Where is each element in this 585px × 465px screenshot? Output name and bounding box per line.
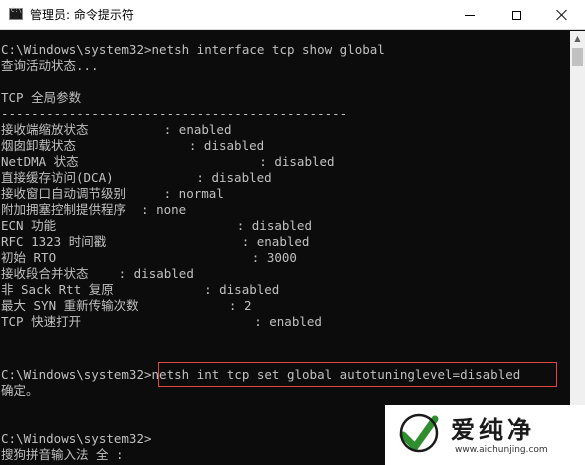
vertical-scrollbar[interactable]: ▲ [570, 31, 585, 465]
console-line: TCP 全局参数 [1, 90, 82, 105]
console-line: ----------------------------------------… [1, 106, 348, 121]
watermark-logo: 爱纯净 www.aichunjing.com [385, 405, 585, 465]
brand-logo-icon [399, 413, 439, 453]
console-output[interactable]: C:\Windows\system32>netsh interface tcp … [0, 31, 570, 465]
scrollbar-thumb[interactable] [572, 48, 583, 66]
console-line: 确定。 [1, 383, 39, 398]
maximize-button[interactable] [493, 0, 539, 30]
console-line: TCP 快速打开 : enabled [1, 314, 322, 329]
console-line: C:\Windows\system32> [1, 431, 152, 446]
console-line: 最大 SYN 重新传输次数 : 2 [1, 298, 252, 313]
console-line: 接收端缩放状态 : enabled [1, 122, 232, 137]
close-icon [556, 9, 568, 21]
console-line: 接收段合并状态 : disabled [1, 266, 194, 281]
maximize-icon [511, 10, 521, 20]
console-line: NetDMA 状态 : disabled [1, 154, 335, 169]
console-line: 附加拥塞控制提供程序 : none [1, 202, 187, 217]
minimize-icon [465, 14, 475, 16]
console-line: 直接缓存访问(DCA) : disabled [1, 170, 272, 185]
console-line: 非 Sack Rtt 复原 : disabled [1, 282, 280, 297]
window-title: 管理员: 命令提示符 [30, 8, 134, 22]
console-line: 搜狗拼音输入法 全 : [1, 447, 124, 462]
scroll-up-arrow-icon[interactable]: ▲ [570, 31, 585, 46]
brand-url: www.aichunjing.com [455, 445, 548, 455]
console-line: ECN 功能 : disabled [1, 218, 312, 233]
brand-name: 爱纯净 [451, 416, 535, 444]
close-button[interactable] [539, 0, 585, 30]
console-line: 查询活动状态... [1, 58, 99, 73]
console-line: C:\Windows\system32>netsh interface tcp … [1, 42, 385, 57]
console-line: 烟囱卸载状态 : disabled [1, 138, 265, 153]
console-line: 初始 RTO : 3000 [1, 250, 297, 265]
minimize-button[interactable] [447, 0, 493, 30]
cmd-app-icon[interactable] [9, 7, 23, 20]
command-prompt-window: 管理员: 命令提示符 C:\Windows\system32>netsh int… [0, 0, 585, 465]
title-bar[interactable]: 管理员: 命令提示符 [0, 0, 585, 30]
console-line: 接收窗口自动调节级别 : normal [1, 186, 224, 201]
command-highlight-box [158, 362, 557, 387]
console-line: RFC 1323 时间戳 : enabled [1, 234, 310, 249]
